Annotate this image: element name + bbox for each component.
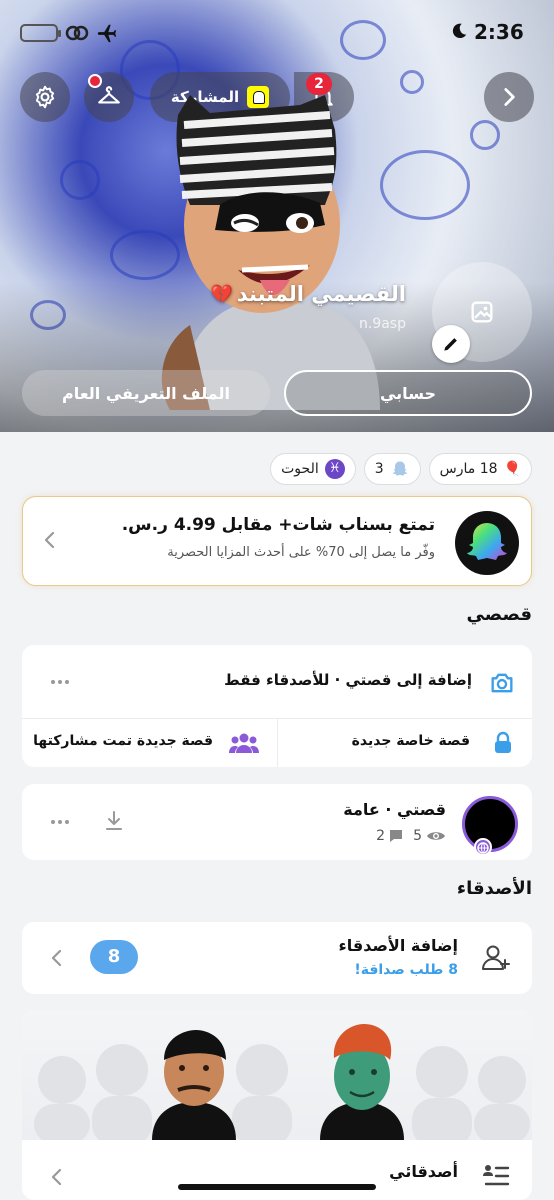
download-icon[interactable] <box>104 810 124 832</box>
display-name: 💔 القصيمي المتبند <box>210 282 406 306</box>
chevron-left-icon <box>51 949 62 967</box>
broken-heart-icon: 💔 <box>210 283 233 305</box>
my-account-button[interactable]: حسابي <box>284 370 532 416</box>
forward-button[interactable] <box>484 72 534 122</box>
home-indicator <box>178 1184 376 1190</box>
new-shared-story-label: قصة جديدة تمت مشاركتها <box>33 733 213 749</box>
camera-icon <box>491 673 513 693</box>
snapchat-plus-icon <box>455 511 519 575</box>
friends-section-title: الأصدقاء <box>456 878 532 899</box>
promo-title: تمتع بسناب شات+ مقابل 4.99 ر.س. <box>121 515 435 535</box>
new-story-row: قصة خاصة جديدة قصة جديدة تمت مشاركتها <box>22 719 532 767</box>
image-icon <box>471 301 493 323</box>
username: n.9asp <box>359 316 406 332</box>
notification-count-badge: 2 <box>306 73 332 95</box>
pisces-icon: ♓ <box>324 459 345 479</box>
add-story-card: إضافة إلى قصتي · للأصدقاء فقط قصة خاصة ج… <box>22 645 532 767</box>
add-friends-card[interactable]: إضافة الأصدقاء 8 طلب صداقة! 8 <box>22 922 532 994</box>
wardrobe-notification-dot <box>88 74 102 88</box>
friend-bitmojis <box>34 1024 530 1140</box>
settings-button[interactable] <box>20 72 70 122</box>
promo-subtitle: وفّر ما يصل إلى 70% على أحدث المزايا الح… <box>167 545 435 560</box>
bubble-decoration <box>400 70 424 94</box>
new-shared-story-button[interactable]: قصة جديدة تمت مشاركتها <box>22 719 277 767</box>
zodiac-chip[interactable]: ♓ الحوت <box>270 453 356 485</box>
link-icon <box>65 25 89 41</box>
my-friends-card[interactable]: أصدقائي <box>22 1010 532 1200</box>
replies-count: 2 <box>376 828 386 844</box>
edit-bitmoji-button[interactable] <box>432 325 470 363</box>
lock-icon <box>495 731 511 753</box>
new-private-story-label: قصة خاصة جديدة <box>351 733 470 749</box>
battery-icon <box>20 24 61 42</box>
friend-requests-badge: 8 <box>90 940 138 974</box>
stories-section-title: قصصي <box>466 604 532 625</box>
snapchat-plus-promo[interactable]: تمتع بسناب شات+ مقابل 4.99 ر.س. وفّر ما … <box>22 496 532 586</box>
my-story-title: قصتي · عامة <box>343 800 446 819</box>
add-to-story-label: إضافة إلى قصتي · للأصدقاء فقط <box>224 671 472 689</box>
more-options-icon[interactable] <box>50 679 70 685</box>
my-friends-label: أصدقائي <box>389 1162 458 1181</box>
friends-list-icon <box>483 1165 510 1186</box>
profile-hero: 2:36 المشاركة 2 💔 القصيمي المتبند n.9asp… <box>0 0 554 432</box>
add-friends-title: إضافة الأصدقاء <box>338 936 458 955</box>
views-count: 5 <box>413 828 422 844</box>
bitmoji-avatar <box>161 95 380 410</box>
new-private-story-button[interactable]: قصة خاصة جديدة <box>278 719 532 767</box>
add-friend-icon <box>482 945 510 970</box>
group-icon <box>229 733 259 753</box>
friends-illustration <box>22 1010 532 1140</box>
status-bar: 2:36 <box>0 0 554 64</box>
more-options-icon[interactable] <box>50 819 70 825</box>
rainbow-ghost-icon <box>467 523 507 560</box>
public-profile-button[interactable]: الملف التعريفي العام <box>22 370 270 416</box>
snap-score-chip[interactable]: 3 <box>363 453 421 485</box>
public-globe-icon <box>474 838 492 856</box>
reply-icon <box>390 830 403 842</box>
chevron-left-icon <box>51 1168 62 1186</box>
friend-requests-text: 8 طلب صداقة! <box>354 962 458 978</box>
story-stats: 5 2 <box>376 828 446 844</box>
gear-icon <box>35 85 55 109</box>
moon-icon <box>452 23 467 39</box>
profile-chips: 🎈 18 مارس 3 ♓ الحوت <box>270 453 532 485</box>
bubble-decoration <box>60 160 100 200</box>
bubble-decoration <box>470 120 500 150</box>
hanger-icon <box>98 86 120 104</box>
ghost-icon <box>392 461 408 476</box>
birthday-chip[interactable]: 🎈 18 مارس <box>428 453 532 485</box>
pencil-icon <box>444 338 457 351</box>
my-story-card[interactable]: قصتي · عامة 5 2 <box>22 784 532 860</box>
status-time: 2:36 <box>474 20 524 44</box>
chevron-right-icon <box>504 88 515 106</box>
chevron-left-icon <box>44 531 55 549</box>
balloon-icon: 🎈 <box>503 461 521 477</box>
eye-icon <box>427 832 445 840</box>
add-to-story-row[interactable]: إضافة إلى قصتي · للأصدقاء فقط <box>22 645 532 719</box>
airplane-icon <box>97 24 117 43</box>
